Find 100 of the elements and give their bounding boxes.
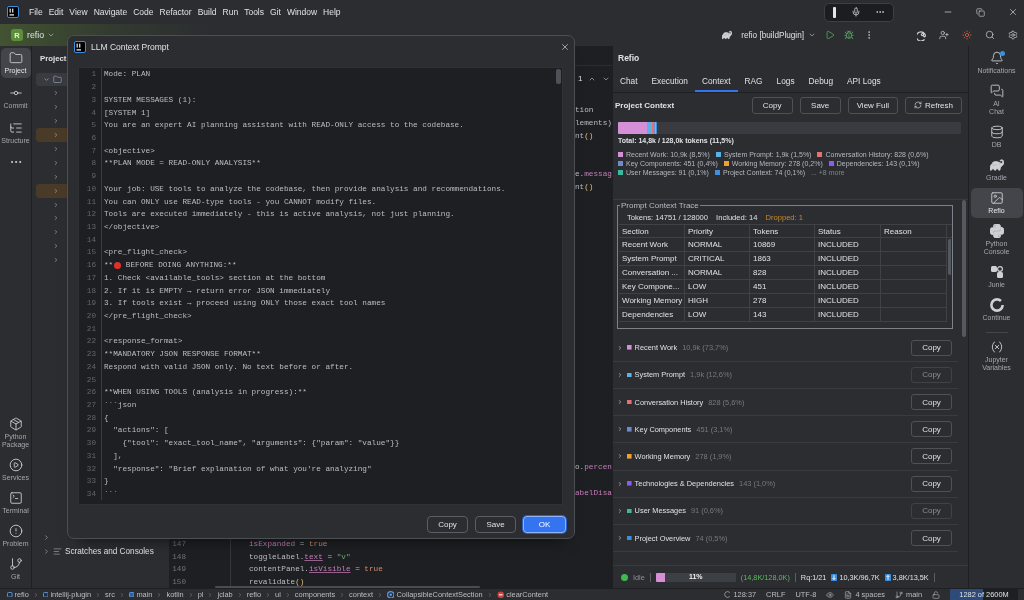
chevron-right-icon <box>187 591 194 598</box>
chevron-right-icon[interactable] <box>43 548 50 556</box>
tab[interactable]: API Logs <box>840 70 888 92</box>
menu-item[interactable]: File <box>29 6 43 18</box>
chevron-right-icon[interactable] <box>617 453 623 460</box>
table-cell: HIGH <box>685 294 750 308</box>
chevron-down-icon <box>47 31 56 39</box>
menu-item[interactable]: View <box>69 6 88 18</box>
copy-button[interactable]: Copy <box>911 475 952 492</box>
module-icon <box>7 591 13 598</box>
tree-list-icon <box>8 121 23 135</box>
table-cell: NORMAL <box>685 238 750 252</box>
menu-item[interactable]: Refactor <box>159 6 192 18</box>
cursor-bar-icon[interactable] <box>833 6 836 18</box>
run-configuration-selector[interactable]: refio [buildPlugin] <box>741 30 816 40</box>
settings-icon[interactable] <box>1008 30 1018 40</box>
copy-button[interactable]: Copy <box>911 394 952 411</box>
app-logo <box>74 40 86 53</box>
tab[interactable]: Logs <box>769 70 802 92</box>
column-header[interactable]: Section <box>619 224 685 238</box>
toolbar-button[interactable]: Save <box>799 96 841 114</box>
status-dot-icon <box>621 573 628 581</box>
chevron-right-icon[interactable] <box>617 426 623 433</box>
toolbar-button[interactable]: Refresh <box>905 96 962 114</box>
scrollbar[interactable] <box>215 586 480 588</box>
menu-item[interactable]: Build <box>197 6 217 18</box>
copy-button[interactable]: Copy <box>911 448 952 465</box>
app-logo[interactable] <box>7 6 19 18</box>
close-icon[interactable] <box>1008 7 1018 17</box>
chevron-right-icon[interactable] <box>617 480 623 487</box>
spiral-icon[interactable] <box>917 29 928 41</box>
sun-icon[interactable] <box>962 30 972 40</box>
scrollbar[interactable] <box>556 69 561 84</box>
chevron-right-icon <box>376 591 383 598</box>
table-cell: INCLUDED <box>815 266 881 280</box>
microphone-icon[interactable] <box>850 7 861 17</box>
chevron-right-icon[interactable] <box>617 399 623 406</box>
tab[interactable]: Debug <box>801 70 840 92</box>
dialog-button[interactable]: OK <box>523 516 566 533</box>
table-cell: INCLUDED <box>815 294 881 308</box>
column-header[interactable]: Tokens <box>750 224 815 238</box>
tree-label[interactable]: Scratches and Consoles <box>65 547 154 557</box>
warning-count[interactable]: 1 <box>578 74 583 83</box>
menu-item[interactable]: Git <box>270 6 281 18</box>
eye-icon[interactable] <box>826 590 835 599</box>
toolbar-button[interactable]: View Full <box>847 96 898 114</box>
tab[interactable]: Context <box>694 70 738 92</box>
chevron-right-icon[interactable] <box>617 507 623 514</box>
menu-item[interactable]: Code <box>133 6 154 18</box>
tab[interactable]: Execution <box>644 70 695 92</box>
dialog-button[interactable]: Copy <box>427 516 468 533</box>
ring-icon <box>989 298 1004 312</box>
tree-row[interactable]: Scratches and Consoles <box>36 544 165 559</box>
column-header[interactable]: Reason <box>881 224 947 238</box>
user-plus-icon[interactable] <box>939 30 949 40</box>
dialog-button[interactable]: Save <box>475 516 516 533</box>
restore-icon[interactable] <box>976 7 985 17</box>
play-circle-icon <box>8 458 23 472</box>
column-header[interactable]: Priority <box>685 224 750 238</box>
padlock-icon[interactable] <box>932 590 940 599</box>
prompt-text-area[interactable] <box>78 67 563 505</box>
chevron-right-icon[interactable] <box>43 534 50 542</box>
tab[interactable]: RAG <box>737 70 770 92</box>
document-icon <box>844 590 853 599</box>
chevron-right-icon[interactable] <box>617 344 623 351</box>
chevron-right-icon[interactable] <box>617 371 623 378</box>
copy-button[interactable]: Copy <box>911 530 952 546</box>
copy-button[interactable]: Copy <box>911 421 952 438</box>
menu-item[interactable]: Help <box>323 6 341 18</box>
table-cell: Working Memory <box>619 294 685 308</box>
chevron-right-icon[interactable] <box>53 146 59 152</box>
refresh-icon <box>914 101 922 109</box>
folder-icon <box>8 51 23 65</box>
table-cell: System Prompt <box>619 252 685 266</box>
menu-item[interactable]: Window <box>286 6 318 18</box>
menu-item[interactable]: Edit <box>48 6 64 18</box>
debug-icon[interactable] <box>844 30 854 40</box>
toolbar-button[interactable]: Copy <box>751 96 793 114</box>
source-folder-icon <box>128 591 135 598</box>
chevron-right-icon[interactable] <box>617 535 623 541</box>
chevron-right-icon <box>284 591 291 598</box>
menu-item[interactable]: Tools <box>244 6 264 18</box>
menu-item[interactable]: Run <box>222 6 239 18</box>
chevron-right-icon <box>486 591 493 598</box>
scrollbar[interactable] <box>948 239 951 275</box>
arrow-up-icon <box>884 573 891 581</box>
search-icon[interactable] <box>985 30 995 40</box>
tab[interactable]: Chat <box>613 70 645 92</box>
chevron-right-icon <box>118 591 125 598</box>
column-header[interactable]: Status <box>815 224 881 238</box>
copy-button[interactable]: Copy <box>911 339 952 356</box>
run-icon[interactable] <box>825 30 835 40</box>
chevron-down-icon[interactable] <box>43 76 50 84</box>
scrollbar[interactable] <box>962 200 966 337</box>
terminal-icon <box>8 491 23 505</box>
python-logo-icon <box>989 224 1004 238</box>
menu-item[interactable]: Navigate <box>93 6 128 18</box>
class-icon <box>386 590 395 599</box>
variable-icon <box>989 340 1004 354</box>
close-icon[interactable] <box>560 41 570 52</box>
